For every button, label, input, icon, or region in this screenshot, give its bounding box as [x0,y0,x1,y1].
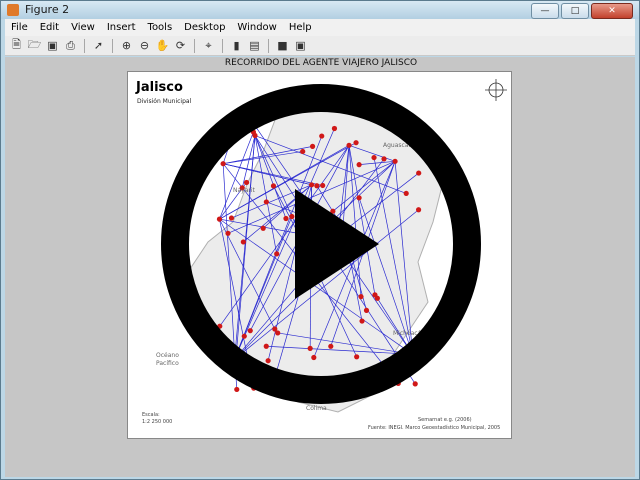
toolbar-separator [84,38,85,53]
toolbar-separator [194,38,195,53]
toolbar-separator [112,38,113,53]
data-cursor-icon[interactable]: ⌖ [201,38,216,53]
hide-plot-tools-icon[interactable]: ■ [275,38,290,53]
menu-desktop[interactable]: Desktop [178,22,231,33]
source-line-2: Fuente: INEGI. Marco Geoestadístico Muni… [368,425,501,431]
toolbar-separator [268,38,269,53]
menu-tools[interactable]: Tools [142,22,179,33]
figure-toolbar: 🗎 🗁 ▣ ⎙ ➚ ⊕ ⊖ ✋ ⟳ ⌖ ▮ ▤ ■ ▣ [5,36,635,56]
menu-edit[interactable]: Edit [34,22,65,33]
toolbar-separator [222,38,223,53]
window-title: Figure 2 [25,3,70,16]
save-icon[interactable]: ▣ [45,38,60,53]
menu-window[interactable]: Window [231,22,282,33]
play-icon[interactable] [161,84,481,404]
zoom-out-icon[interactable]: ⊖ [137,38,152,53]
compass-icon [485,79,507,101]
title-bar[interactable]: Figure 2 — □ ✕ [1,1,639,19]
status-bar [5,465,635,477]
plot-title: RECORRIDO DEL AGENTE VIAJERO JALISCO [224,58,418,68]
caption-buttons: — □ ✕ [531,3,633,19]
rotate-icon[interactable]: ⟳ [173,38,188,53]
colorbar-icon[interactable]: ▮ [229,38,244,53]
minimize-button[interactable]: — [531,3,559,19]
arrow-icon[interactable]: ➚ [91,38,106,53]
scale-label: Escala: [142,412,160,418]
print-icon[interactable]: ⎙ [63,38,78,53]
show-plot-tools-icon[interactable]: ▣ [293,38,308,53]
maximize-button[interactable]: □ [561,3,589,19]
menu-help[interactable]: Help [283,22,318,33]
source-line-1: Semarnat e.g. (2006) [418,417,472,423]
menu-bar: File Edit View Insert Tools Desktop Wind… [5,19,635,36]
scale-value: 1:2 250 000 [142,419,173,425]
zoom-in-icon[interactable]: ⊕ [119,38,134,53]
figure-window: Figure 2 — □ ✕ File Edit View Insert Too… [0,0,640,480]
close-button[interactable]: ✕ [591,3,633,19]
menu-view[interactable]: View [65,22,101,33]
open-icon[interactable]: 🗁 [27,38,42,53]
menu-file[interactable]: File [5,22,34,33]
menu-insert[interactable]: Insert [101,22,142,33]
label-colima: Colima [306,405,327,412]
new-figure-icon[interactable]: 🗎 [9,38,24,53]
legend-icon[interactable]: ▤ [247,38,262,53]
pan-icon[interactable]: ✋ [155,38,170,53]
matlab-icon [7,4,19,16]
